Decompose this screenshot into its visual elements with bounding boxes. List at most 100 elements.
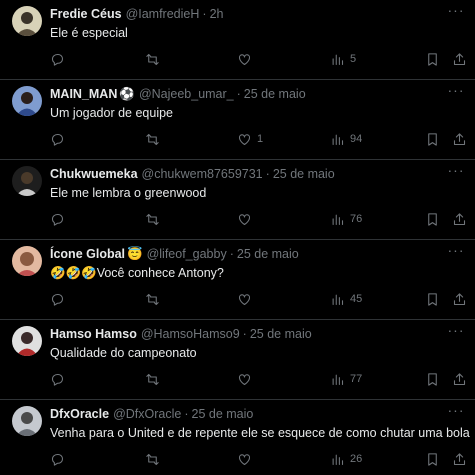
- separator-dot: ·: [229, 247, 234, 261]
- share-button[interactable]: [452, 211, 467, 227]
- avatar[interactable]: [12, 86, 42, 116]
- retweet-button[interactable]: [145, 371, 160, 387]
- display-name[interactable]: Fredie Céus: [50, 7, 122, 21]
- timestamp[interactable]: 25 de maio: [237, 247, 299, 261]
- share-icon: [453, 52, 466, 65]
- views-count: 26: [350, 453, 363, 465]
- like-icon: [238, 133, 251, 145]
- tweet-text: Ele é especial: [50, 26, 128, 40]
- tweet[interactable]: Chukwuemeka @chukwem87659731 · 25 de maio ·…: [0, 160, 475, 240]
- display-name[interactable]: MAIN_MAN: [50, 87, 117, 101]
- more-icon[interactable]: ···: [447, 83, 465, 100]
- like-button[interactable]: [237, 371, 257, 387]
- retweet-button[interactable]: [145, 451, 160, 467]
- views-icon: [332, 214, 344, 225]
- tweet-header: Ícone Global 😇 @lifeof_gabby · 25 de maio: [50, 246, 445, 262]
- user-handle[interactable]: @Najeeb_umar_: [139, 87, 234, 101]
- share-icon: [453, 212, 466, 225]
- reply-button[interactable]: [50, 291, 65, 307]
- user-handle[interactable]: @IamfredieH: [126, 7, 200, 21]
- tweet[interactable]: Ícone Global 😇 @lifeof_gabby · 25 de maio ··…: [0, 240, 475, 320]
- bookmark-button[interactable]: [425, 291, 440, 307]
- avatar[interactable]: [12, 246, 42, 276]
- like-button[interactable]: [237, 211, 257, 227]
- reply-button[interactable]: [50, 371, 65, 387]
- separator-dot: ·: [184, 407, 189, 421]
- tweet[interactable]: Fredie Céus @IamfredieH · 2h ··· Ele é espe…: [0, 0, 475, 80]
- tweet-header: Chukwuemeka @chukwem87659731 · 25 de maio: [50, 166, 445, 182]
- more-icon[interactable]: ···: [447, 243, 465, 260]
- replies-feed: Fredie Céus @IamfredieH · 2h ··· Ele é espe…: [0, 0, 475, 475]
- share-button[interactable]: [452, 291, 467, 307]
- reply-icon: [51, 53, 64, 66]
- reply-button[interactable]: [50, 451, 65, 467]
- tweet[interactable]: MAIN_MAN ⚽ @Najeeb_umar_ · 25 de maio ··· Um…: [0, 80, 475, 160]
- views-button[interactable]: 94: [330, 131, 362, 147]
- timestamp[interactable]: 25 de maio: [192, 407, 254, 421]
- reply-icon: [51, 293, 64, 306]
- retweet-button[interactable]: [145, 51, 160, 67]
- tweet[interactable]: Hamso Hamso @HamsoHamso9 · 25 de maio ··· Q…: [0, 320, 475, 400]
- reply-button[interactable]: [50, 131, 65, 147]
- bookmark-button[interactable]: [425, 451, 440, 467]
- reply-icon: [51, 453, 64, 466]
- like-button[interactable]: [237, 291, 257, 307]
- bookmark-icon: [428, 292, 437, 306]
- more-icon[interactable]: ···: [447, 163, 465, 180]
- views-icon: [332, 294, 344, 305]
- bookmark-button[interactable]: [425, 211, 440, 227]
- timestamp[interactable]: 25 de maio: [273, 167, 335, 181]
- display-name[interactable]: DfxOracle: [50, 407, 109, 421]
- tweet-actions: 5: [50, 51, 467, 67]
- share-button[interactable]: [452, 131, 467, 147]
- retweet-icon: [146, 53, 159, 65]
- more-icon[interactable]: ···: [447, 403, 465, 420]
- share-button[interactable]: [452, 51, 467, 67]
- retweet-icon: [146, 373, 159, 385]
- bookmark-button[interactable]: [425, 371, 440, 387]
- like-icon: [238, 293, 251, 305]
- tweet-text: Venha para o United e de repente ele se …: [50, 426, 470, 440]
- reply-button[interactable]: [50, 51, 65, 67]
- like-button[interactable]: 1: [237, 131, 263, 147]
- views-icon: [332, 454, 344, 465]
- retweet-button[interactable]: [145, 291, 160, 307]
- display-name[interactable]: Chukwuemeka: [50, 167, 138, 181]
- timestamp[interactable]: 25 de maio: [244, 87, 306, 101]
- reply-button[interactable]: [50, 211, 65, 227]
- avatar[interactable]: [12, 166, 42, 196]
- views-button[interactable]: 77: [330, 371, 362, 387]
- retweet-icon: [146, 133, 159, 145]
- retweet-button[interactable]: [145, 211, 160, 227]
- views-button[interactable]: 5: [330, 51, 356, 67]
- tweet[interactable]: DfxOracle @DfxOracle · 25 de maio ··· Venha…: [0, 400, 475, 475]
- user-handle[interactable]: @HamsoHamso9: [141, 327, 240, 341]
- bookmark-button[interactable]: [425, 51, 440, 67]
- timestamp[interactable]: 2h: [210, 7, 224, 21]
- views-button[interactable]: 26: [330, 451, 362, 467]
- avatar[interactable]: [12, 326, 42, 356]
- share-icon: [453, 452, 466, 465]
- user-handle[interactable]: @lifeof_gabby: [147, 247, 227, 261]
- avatar[interactable]: [12, 6, 42, 36]
- avatar[interactable]: [12, 406, 42, 436]
- share-button[interactable]: [452, 371, 467, 387]
- bookmark-button[interactable]: [425, 131, 440, 147]
- timestamp[interactable]: 25 de maio: [250, 327, 312, 341]
- views-button[interactable]: 45: [330, 291, 362, 307]
- like-button[interactable]: [237, 51, 257, 67]
- display-name[interactable]: Ícone Global: [50, 247, 125, 261]
- more-icon[interactable]: ···: [447, 323, 465, 340]
- views-count: 45: [350, 293, 363, 305]
- tweet-actions: 1 94: [50, 131, 467, 147]
- retweet-button[interactable]: [145, 131, 160, 147]
- views-button[interactable]: 76: [330, 211, 362, 227]
- share-button[interactable]: [452, 451, 467, 467]
- display-name[interactable]: Hamso Hamso: [50, 327, 137, 341]
- more-icon[interactable]: ···: [447, 3, 465, 20]
- user-handle[interactable]: @chukwem87659731: [142, 167, 263, 181]
- tweet-text: Qualidade do campeonato: [50, 346, 197, 360]
- user-handle[interactable]: @DfxOracle: [113, 407, 181, 421]
- views-count: 94: [350, 133, 363, 145]
- like-button[interactable]: [237, 451, 257, 467]
